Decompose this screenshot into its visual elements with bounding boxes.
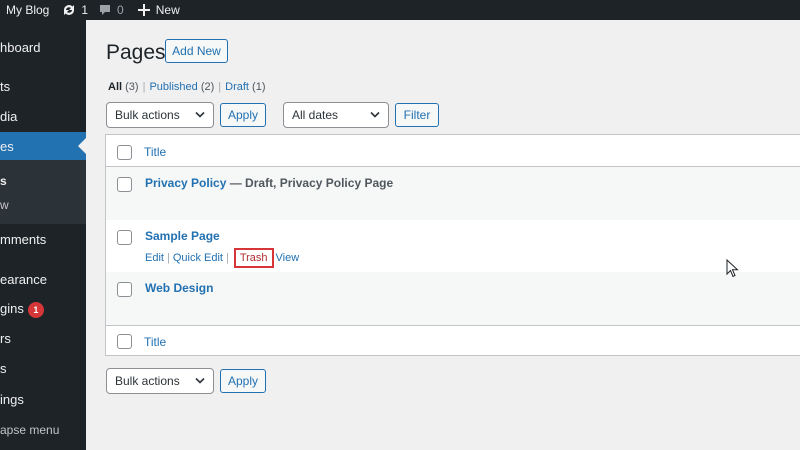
site-name: My Blog	[6, 3, 50, 17]
updates-link[interactable]: 1	[61, 0, 88, 20]
menu-settings-label: ings	[0, 392, 24, 407]
submenu-all-pages[interactable]: s	[0, 174, 86, 190]
filter-separator: |	[218, 81, 222, 93]
filter-all-count: (3)	[125, 81, 139, 93]
filter-button[interactable]: Filter	[395, 103, 439, 127]
table-footer: Title	[106, 325, 800, 356]
post-state: — Draft, Privacy Policy Page	[226, 176, 394, 190]
table-row: Sample Page Edit | Quick Edit | Trash Vi…	[106, 220, 800, 272]
menu-pages[interactable]: es	[0, 139, 86, 157]
collapse-menu-button[interactable]: apse menu	[0, 423, 86, 439]
menu-plugins[interactable]: gins 1	[0, 301, 86, 319]
view-link[interactable]: View	[276, 252, 300, 264]
status-filter-links: All (3) | Published (2) | Draft (1)	[108, 81, 266, 93]
chevron-down-icon	[195, 377, 205, 384]
plugins-update-badge: 1	[27, 301, 44, 318]
chevron-down-icon	[370, 111, 380, 118]
filter-separator: |	[142, 81, 146, 93]
submenu-all-pages-label: s	[0, 174, 7, 188]
filter-draft[interactable]: Draft (1)	[225, 81, 265, 93]
bulk-actions-select-top[interactable]: Bulk actions	[106, 102, 214, 128]
menu-media[interactable]: dia	[0, 109, 86, 127]
menu-posts[interactable]: ts	[0, 79, 86, 97]
filter-all-label: All	[108, 81, 123, 93]
title-column-footer[interactable]: Title	[144, 335, 166, 349]
date-filter-select[interactable]: All dates	[283, 102, 389, 128]
filter-published[interactable]: Published (2)	[149, 81, 214, 93]
menu-settings[interactable]: ings	[0, 392, 86, 410]
collapse-menu-label: apse menu	[0, 423, 60, 437]
updates-count: 1	[81, 3, 89, 17]
plus-icon	[137, 4, 150, 16]
apply-button-bottom[interactable]: Apply	[220, 369, 266, 393]
trash-link[interactable]: Trash	[233, 248, 274, 268]
menu-posts-label: ts	[0, 79, 11, 94]
menu-dashboard[interactable]: hboard	[0, 40, 86, 58]
comment-icon	[100, 5, 111, 15]
menu-comments[interactable]: mments	[0, 232, 86, 250]
action-separator: |	[166, 252, 170, 264]
filter-published-count: (2)	[200, 81, 215, 93]
filter-draft-count: (1)	[252, 81, 266, 93]
menu-dashboard-label: hboard	[0, 40, 41, 55]
page-title-link[interactable]: Privacy Policy	[145, 176, 226, 190]
mouse-cursor-icon	[726, 259, 739, 278]
new-content-link[interactable]: New	[137, 0, 180, 20]
menu-tools[interactable]: s	[0, 361, 86, 379]
filter-all[interactable]: All (3)	[108, 81, 139, 93]
table-row: Web Design	[106, 272, 800, 325]
action-separator: |	[225, 252, 229, 264]
date-filter-value: All dates	[292, 108, 339, 122]
bulk-actions-select-bottom[interactable]: Bulk actions	[106, 368, 214, 394]
menu-appearance[interactable]: earance	[0, 272, 86, 290]
row-checkbox[interactable]	[117, 177, 132, 192]
menu-media-label: dia	[0, 109, 18, 124]
submenu-add-new-label: w	[0, 198, 9, 212]
add-new-button[interactable]: Add New	[165, 39, 228, 63]
title-column-header[interactable]: Title	[144, 145, 166, 159]
admin-bar: My Blog 1 0 New	[0, 0, 800, 20]
filter-draft-label: Draft	[225, 81, 249, 93]
apply-button-top[interactable]: Apply	[220, 103, 266, 127]
menu-pages-label: es	[0, 139, 14, 154]
comments-link[interactable]: 0	[98, 0, 124, 20]
filter-published-label: Published	[149, 81, 198, 93]
select-all-checkbox[interactable]	[117, 145, 132, 160]
pages-table: Title Privacy Policy — Draft, Privacy Po…	[105, 134, 800, 356]
refresh-icon	[64, 5, 75, 15]
quick-edit-link[interactable]: Quick Edit	[173, 252, 223, 264]
bulk-actions-value: Bulk actions	[115, 374, 180, 388]
table-row: Privacy Policy — Draft, Privacy Policy P…	[106, 167, 800, 220]
row-actions: Edit | Quick Edit | Trash View	[145, 248, 299, 268]
menu-tools-label: s	[0, 361, 7, 376]
select-all-checkbox-footer[interactable]	[117, 334, 132, 349]
pages-submenu	[0, 160, 86, 224]
row-checkbox[interactable]	[117, 230, 132, 245]
new-label: New	[155, 3, 180, 17]
edit-link[interactable]: Edit	[145, 252, 164, 264]
menu-appearance-label: earance	[0, 272, 47, 287]
page-title-link[interactable]: Sample Page	[145, 229, 220, 243]
admin-sidebar: hboard ts dia es s w mments earance gins…	[0, 20, 86, 450]
bulk-actions-value: Bulk actions	[115, 108, 180, 122]
menu-users-label: rs	[0, 331, 11, 346]
menu-users[interactable]: rs	[0, 331, 86, 349]
submenu-add-new[interactable]: w	[0, 198, 86, 214]
site-name-link[interactable]: My Blog	[6, 0, 49, 20]
page-title-link[interactable]: Web Design	[145, 281, 213, 295]
menu-plugins-label: gins	[0, 301, 24, 316]
table-header: Title	[106, 135, 800, 167]
row-checkbox[interactable]	[117, 282, 132, 297]
page-title: Pages	[106, 41, 166, 64]
comments-count: 0	[117, 3, 124, 17]
chevron-down-icon	[195, 111, 205, 118]
menu-comments-label: mments	[0, 232, 47, 247]
